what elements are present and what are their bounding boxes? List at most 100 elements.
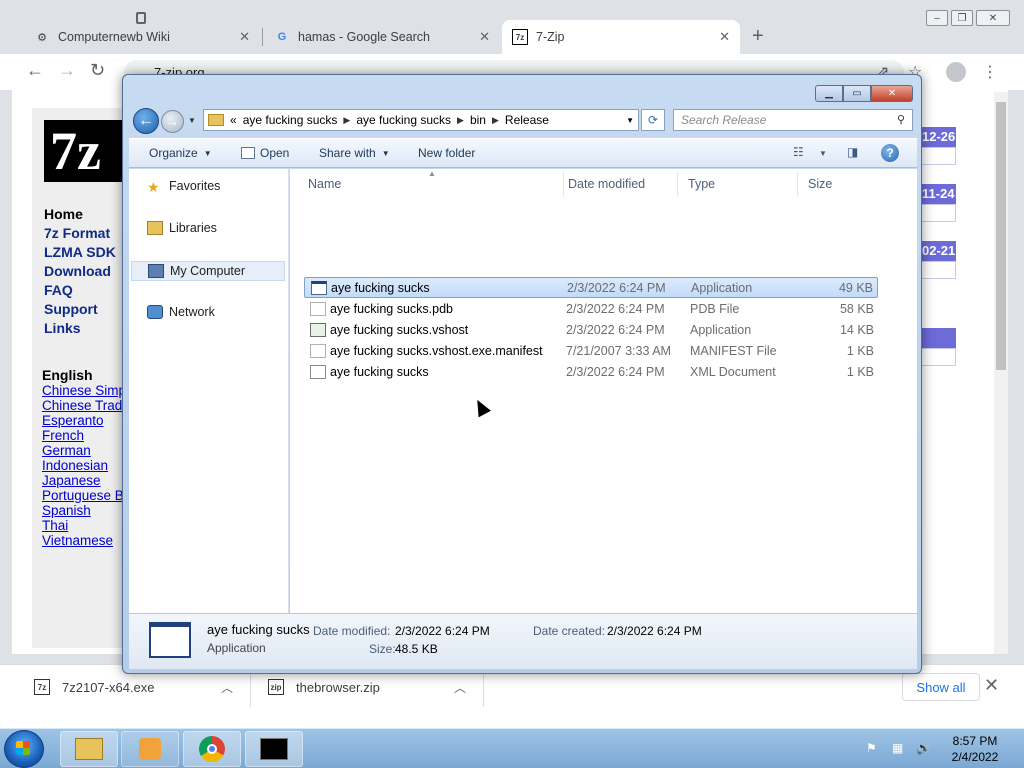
chevron-right-icon[interactable]: ▶ [492, 115, 499, 126]
site-nav-download[interactable]: Download [44, 263, 116, 282]
windows-logo-icon [16, 741, 30, 755]
breadcrumb-overflow[interactable]: « [230, 113, 237, 127]
close-window-button[interactable]: ✕ [871, 85, 913, 102]
computer-icon [148, 264, 164, 278]
nav-network[interactable]: Network [147, 305, 215, 319]
share-with-button[interactable]: Share with ▼ [319, 146, 390, 160]
tab-7zip[interactable]: 7z 7-Zip ✕ [502, 20, 740, 54]
close-icon[interactable]: ✕ [719, 29, 730, 45]
file-row[interactable]: aye fucking sucks.vshost.exe.manifest 7/… [304, 340, 878, 361]
language-link[interactable]: Chinese Simp [42, 383, 128, 398]
language-link[interactable]: Indonesian [42, 458, 128, 473]
refresh-icon[interactable]: ⟳ [641, 109, 665, 131]
language-link[interactable]: German [42, 443, 128, 458]
file-row[interactable]: aye fucking sucks 2/3/2022 6:24 PM XML D… [304, 361, 878, 382]
nav-my-computer[interactable]: My Computer [131, 261, 285, 281]
language-link[interactable]: Esperanto [42, 413, 128, 428]
show-all-button[interactable]: Show all [902, 673, 980, 701]
site-nav-faq[interactable]: FAQ [44, 282, 116, 301]
site-nav-links[interactable]: Links [44, 320, 116, 339]
taskbar-media-player[interactable] [121, 731, 179, 767]
forward-icon[interactable]: → [161, 110, 184, 133]
search-icon[interactable]: ⚲ [897, 113, 915, 126]
tab-label: 7-Zip [536, 30, 565, 44]
download-item[interactable]: 7z 7z2107-x64.exe [34, 677, 155, 697]
site-nav-support[interactable]: Support [44, 301, 116, 320]
search-input[interactable]: Search Release [673, 109, 913, 131]
back-icon[interactable]: ← [26, 60, 44, 81]
close-icon[interactable]: ✕ [479, 29, 490, 45]
breadcrumb-item[interactable]: bin [470, 113, 486, 127]
breadcrumb-item[interactable]: aye fucking sucks [356, 113, 451, 127]
new-tab-button[interactable]: + [752, 25, 764, 48]
close-window-button[interactable]: ✕ [976, 10, 1010, 26]
tab-google-search[interactable]: G hamas - Google Search ✕ [264, 20, 500, 54]
chevron-up-icon[interactable]: ︿ [221, 679, 233, 696]
organize-button[interactable]: Organize ▼ [149, 146, 212, 160]
recent-pages-dropdown-icon[interactable]: ▼ [188, 116, 196, 125]
news-date-box [920, 204, 956, 222]
network-icon [147, 305, 163, 319]
breadcrumb-item[interactable]: aye fucking sucks [243, 113, 338, 127]
view-options-icon[interactable]: ☷ [793, 145, 804, 159]
taskbar-explorer[interactable] [60, 731, 118, 767]
taskbar-chrome[interactable] [183, 731, 241, 767]
menu-kebab-icon[interactable]: ⋮ [982, 62, 998, 82]
help-icon[interactable]: ? [881, 144, 899, 162]
chevron-down-icon[interactable]: ▼ [819, 149, 827, 158]
preview-pane-icon[interactable]: ◨ [847, 145, 858, 159]
site-nav-home[interactable]: Home [44, 206, 116, 225]
column-size[interactable]: Size [798, 171, 878, 197]
close-icon[interactable]: ✕ [239, 29, 250, 45]
nav-libraries[interactable]: Libraries [147, 221, 217, 235]
minimize-button[interactable]: ▁ [815, 85, 843, 102]
page-scroll-thumb[interactable] [996, 102, 1006, 370]
nav-favorites[interactable]: ★ Favorites [147, 179, 220, 195]
language-link[interactable]: Portuguese Br [42, 488, 128, 503]
open-label: Open [260, 146, 290, 160]
open-button[interactable]: Open [241, 146, 289, 160]
forward-icon[interactable]: → [58, 60, 76, 81]
column-type[interactable]: Type [678, 171, 798, 197]
reload-icon[interactable]: ↻ [90, 60, 105, 81]
file-size: 1 KB [846, 364, 874, 379]
file-row[interactable]: aye fucking sucks.vshost 2/3/2022 6:24 P… [304, 319, 878, 340]
nav-label: My Computer [170, 264, 246, 278]
download-item[interactable]: zip thebrowser.zip [268, 677, 380, 697]
file-type: Application [691, 280, 753, 295]
chevron-down-icon[interactable]: ▼ [626, 116, 634, 125]
language-link[interactable]: Vietnamese [42, 533, 128, 548]
taskbar-command-prompt[interactable] [245, 731, 303, 767]
news-date-box [920, 261, 956, 279]
chevron-right-icon[interactable]: ▶ [343, 115, 350, 126]
column-date-modified[interactable]: Date modified [558, 171, 678, 197]
system-clock[interactable]: 8:57 PM 2/4/2022 [945, 733, 1005, 765]
maximize-button[interactable]: ❐ [951, 10, 973, 26]
tab-computernewb-wiki[interactable]: ⚙ Computernewb Wiki ✕ [24, 20, 260, 54]
volume-icon[interactable]: 🔊 [916, 741, 931, 755]
file-name: aye fucking sucks [331, 280, 430, 295]
action-center-flag-icon[interactable]: ⚑ [866, 741, 877, 755]
close-icon[interactable]: ✕ [984, 675, 999, 696]
language-link[interactable]: Japanese [42, 473, 128, 488]
chevron-right-icon[interactable]: ▶ [457, 115, 464, 126]
breadcrumb-item[interactable]: Release [505, 113, 549, 127]
navigation-pane: ★ Favorites Libraries My Computer Networ… [129, 169, 289, 613]
chevron-up-icon[interactable]: ︿ [454, 679, 466, 696]
file-row[interactable]: aye fucking sucks.pdb 2/3/2022 6:24 PM P… [304, 298, 878, 319]
site-logo[interactable]: 7z [44, 120, 134, 182]
profile-avatar[interactable] [946, 62, 966, 82]
language-link[interactable]: Spanish [42, 503, 128, 518]
maximize-button[interactable]: ▭ [843, 85, 871, 102]
language-link[interactable]: Thai [42, 518, 128, 533]
language-link[interactable]: Chinese Trad [42, 398, 128, 413]
minimize-button[interactable]: – [926, 10, 948, 26]
network-tray-icon[interactable]: ▦ [892, 741, 903, 755]
language-link[interactable]: French [42, 428, 128, 443]
site-nav-lzma-sdk[interactable]: LZMA SDK [44, 244, 116, 263]
site-nav-7z-format[interactable]: 7z Format [44, 225, 116, 244]
file-row[interactable]: aye fucking sucks 2/3/2022 6:24 PM Appli… [304, 277, 878, 298]
back-icon[interactable]: ← [133, 108, 159, 134]
explorer-address-bar[interactable]: « aye fucking sucks ▶ aye fucking sucks … [203, 109, 639, 131]
new-folder-button[interactable]: New folder [418, 146, 475, 160]
